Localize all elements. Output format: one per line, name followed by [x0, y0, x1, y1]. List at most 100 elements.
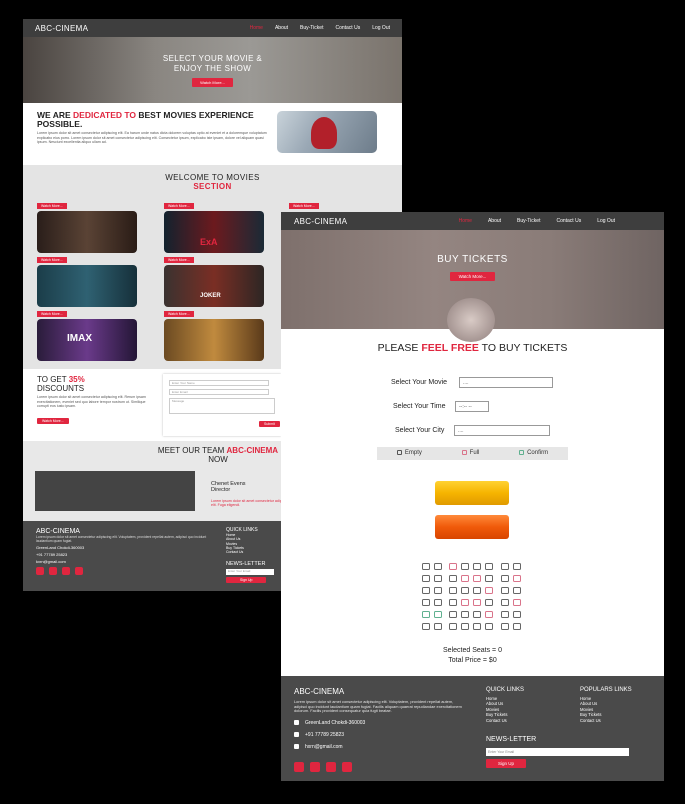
seat[interactable] — [485, 611, 493, 618]
seat[interactable] — [434, 611, 442, 618]
seat[interactable] — [461, 563, 469, 570]
nav-logout[interactable]: Log Out — [372, 25, 390, 31]
seat[interactable] — [434, 563, 442, 570]
whatsapp-icon[interactable] — [62, 567, 70, 576]
whatsapp-icon[interactable] — [326, 762, 336, 772]
seat[interactable] — [422, 563, 430, 570]
seat[interactable] — [501, 599, 509, 606]
seat[interactable] — [434, 575, 442, 582]
seat[interactable] — [513, 623, 521, 630]
seat[interactable] — [422, 611, 430, 618]
nav-logout[interactable]: Log Out — [597, 218, 615, 224]
seat[interactable] — [461, 599, 469, 606]
seat[interactable] — [485, 575, 493, 582]
name-input[interactable]: Enter Your Name — [169, 380, 269, 386]
movie-poster[interactable]: IMAX — [37, 319, 137, 361]
newsletter-signup-button[interactable]: Sign Up — [226, 577, 267, 583]
movie-poster[interactable] — [37, 211, 137, 253]
seat[interactable] — [461, 575, 469, 582]
tickets-navbar: ABC-CINEMA Home About Buy-Ticket Contact… — [281, 212, 664, 230]
watch-more-button[interactable]: Watch More... — [164, 203, 194, 209]
newsletter-signup-button[interactable]: Sign Up — [486, 759, 527, 768]
seat[interactable] — [485, 563, 493, 570]
twitter-icon[interactable] — [36, 567, 44, 576]
seat[interactable] — [473, 563, 481, 570]
instagram-icon[interactable] — [49, 567, 57, 576]
email-input[interactable]: Enter Email — [169, 389, 269, 395]
movie-poster[interactable]: JOKER — [164, 265, 264, 307]
seat[interactable] — [461, 587, 469, 594]
seat[interactable] — [434, 587, 442, 594]
movie-poster[interactable] — [164, 319, 264, 361]
time-input[interactable]: --:-- -- — [455, 401, 489, 412]
movie-poster[interactable] — [37, 265, 137, 307]
seat[interactable] — [501, 611, 509, 618]
seat[interactable] — [434, 623, 442, 630]
form-submit-button[interactable]: Submit — [259, 421, 280, 427]
discount-button[interactable]: Watch More... — [37, 417, 69, 424]
seat[interactable] — [513, 563, 521, 570]
nav-about[interactable]: About — [275, 25, 288, 31]
seat[interactable] — [449, 587, 457, 594]
seat[interactable] — [513, 611, 521, 618]
watch-more-button[interactable]: Watch More... — [164, 257, 194, 263]
seat[interactable] — [449, 599, 457, 606]
seat[interactable] — [513, 575, 521, 582]
twitter-icon[interactable] — [294, 762, 304, 772]
watch-more-button[interactable]: Watch More... — [37, 257, 67, 263]
movie-select[interactable]: .... — [459, 377, 553, 388]
quick-link[interactable]: Contact Us — [226, 550, 258, 554]
youtube-icon[interactable] — [75, 567, 83, 576]
seat[interactable] — [449, 623, 457, 630]
seat[interactable] — [501, 623, 509, 630]
home-hero-button[interactable]: Watch More... — [192, 77, 233, 87]
seat[interactable] — [485, 623, 493, 630]
seat[interactable] — [473, 587, 481, 594]
tickets-hero-button[interactable]: Watch More... — [449, 272, 496, 281]
seat[interactable] — [449, 563, 457, 570]
nav-buy-ticket[interactable]: Buy-Ticket — [300, 25, 323, 31]
newsletter-input[interactable]: Enter Your Email — [486, 748, 629, 756]
legend-confirm: Confirm — [519, 450, 548, 457]
message-input[interactable]: Message — [169, 398, 275, 414]
seat[interactable] — [461, 623, 469, 630]
nav-about[interactable]: About — [488, 218, 501, 224]
seat[interactable] — [434, 599, 442, 606]
seat[interactable] — [422, 599, 430, 606]
watch-more-button[interactable]: Watch More... — [37, 203, 67, 209]
movie-poster[interactable]: ExA — [164, 211, 264, 253]
seat[interactable] — [501, 563, 509, 570]
watch-more-button[interactable]: Watch More... — [164, 311, 194, 317]
seat[interactable] — [501, 587, 509, 594]
watch-more-button[interactable]: Watch More... — [289, 203, 319, 209]
seat[interactable] — [461, 611, 469, 618]
quick-link[interactable]: Contact Us — [486, 718, 524, 723]
youtube-icon[interactable] — [342, 762, 352, 772]
seat[interactable] — [449, 611, 457, 618]
seat[interactable] — [485, 587, 493, 594]
instagram-icon[interactable] — [310, 762, 320, 772]
newsletter-input[interactable]: Enter Your Email — [226, 569, 274, 575]
seat[interactable] — [422, 623, 430, 630]
tickets-logo[interactable]: ABC-CINEMA — [294, 217, 347, 226]
seat[interactable] — [422, 575, 430, 582]
seat[interactable] — [513, 587, 521, 594]
seat[interactable] — [422, 587, 430, 594]
seat[interactable] — [501, 575, 509, 582]
popular-link[interactable]: Contact Us — [580, 718, 632, 723]
watch-more-button[interactable]: Watch More... — [37, 311, 67, 317]
nav-home[interactable]: Home — [459, 218, 472, 224]
nav-home[interactable]: Home — [250, 25, 263, 31]
seat[interactable] — [473, 599, 481, 606]
seat[interactable] — [513, 599, 521, 606]
nav-buy-ticket[interactable]: Buy-Ticket — [517, 218, 540, 224]
nav-contact[interactable]: Contact Us — [335, 25, 360, 31]
seat[interactable] — [473, 623, 481, 630]
seat[interactable] — [473, 575, 481, 582]
home-logo[interactable]: ABC-CINEMA — [35, 24, 88, 33]
seat[interactable] — [473, 611, 481, 618]
city-select[interactable]: .... — [454, 425, 550, 436]
seat[interactable] — [485, 599, 493, 606]
seat[interactable] — [449, 575, 457, 582]
nav-contact[interactable]: Contact Us — [556, 218, 581, 224]
